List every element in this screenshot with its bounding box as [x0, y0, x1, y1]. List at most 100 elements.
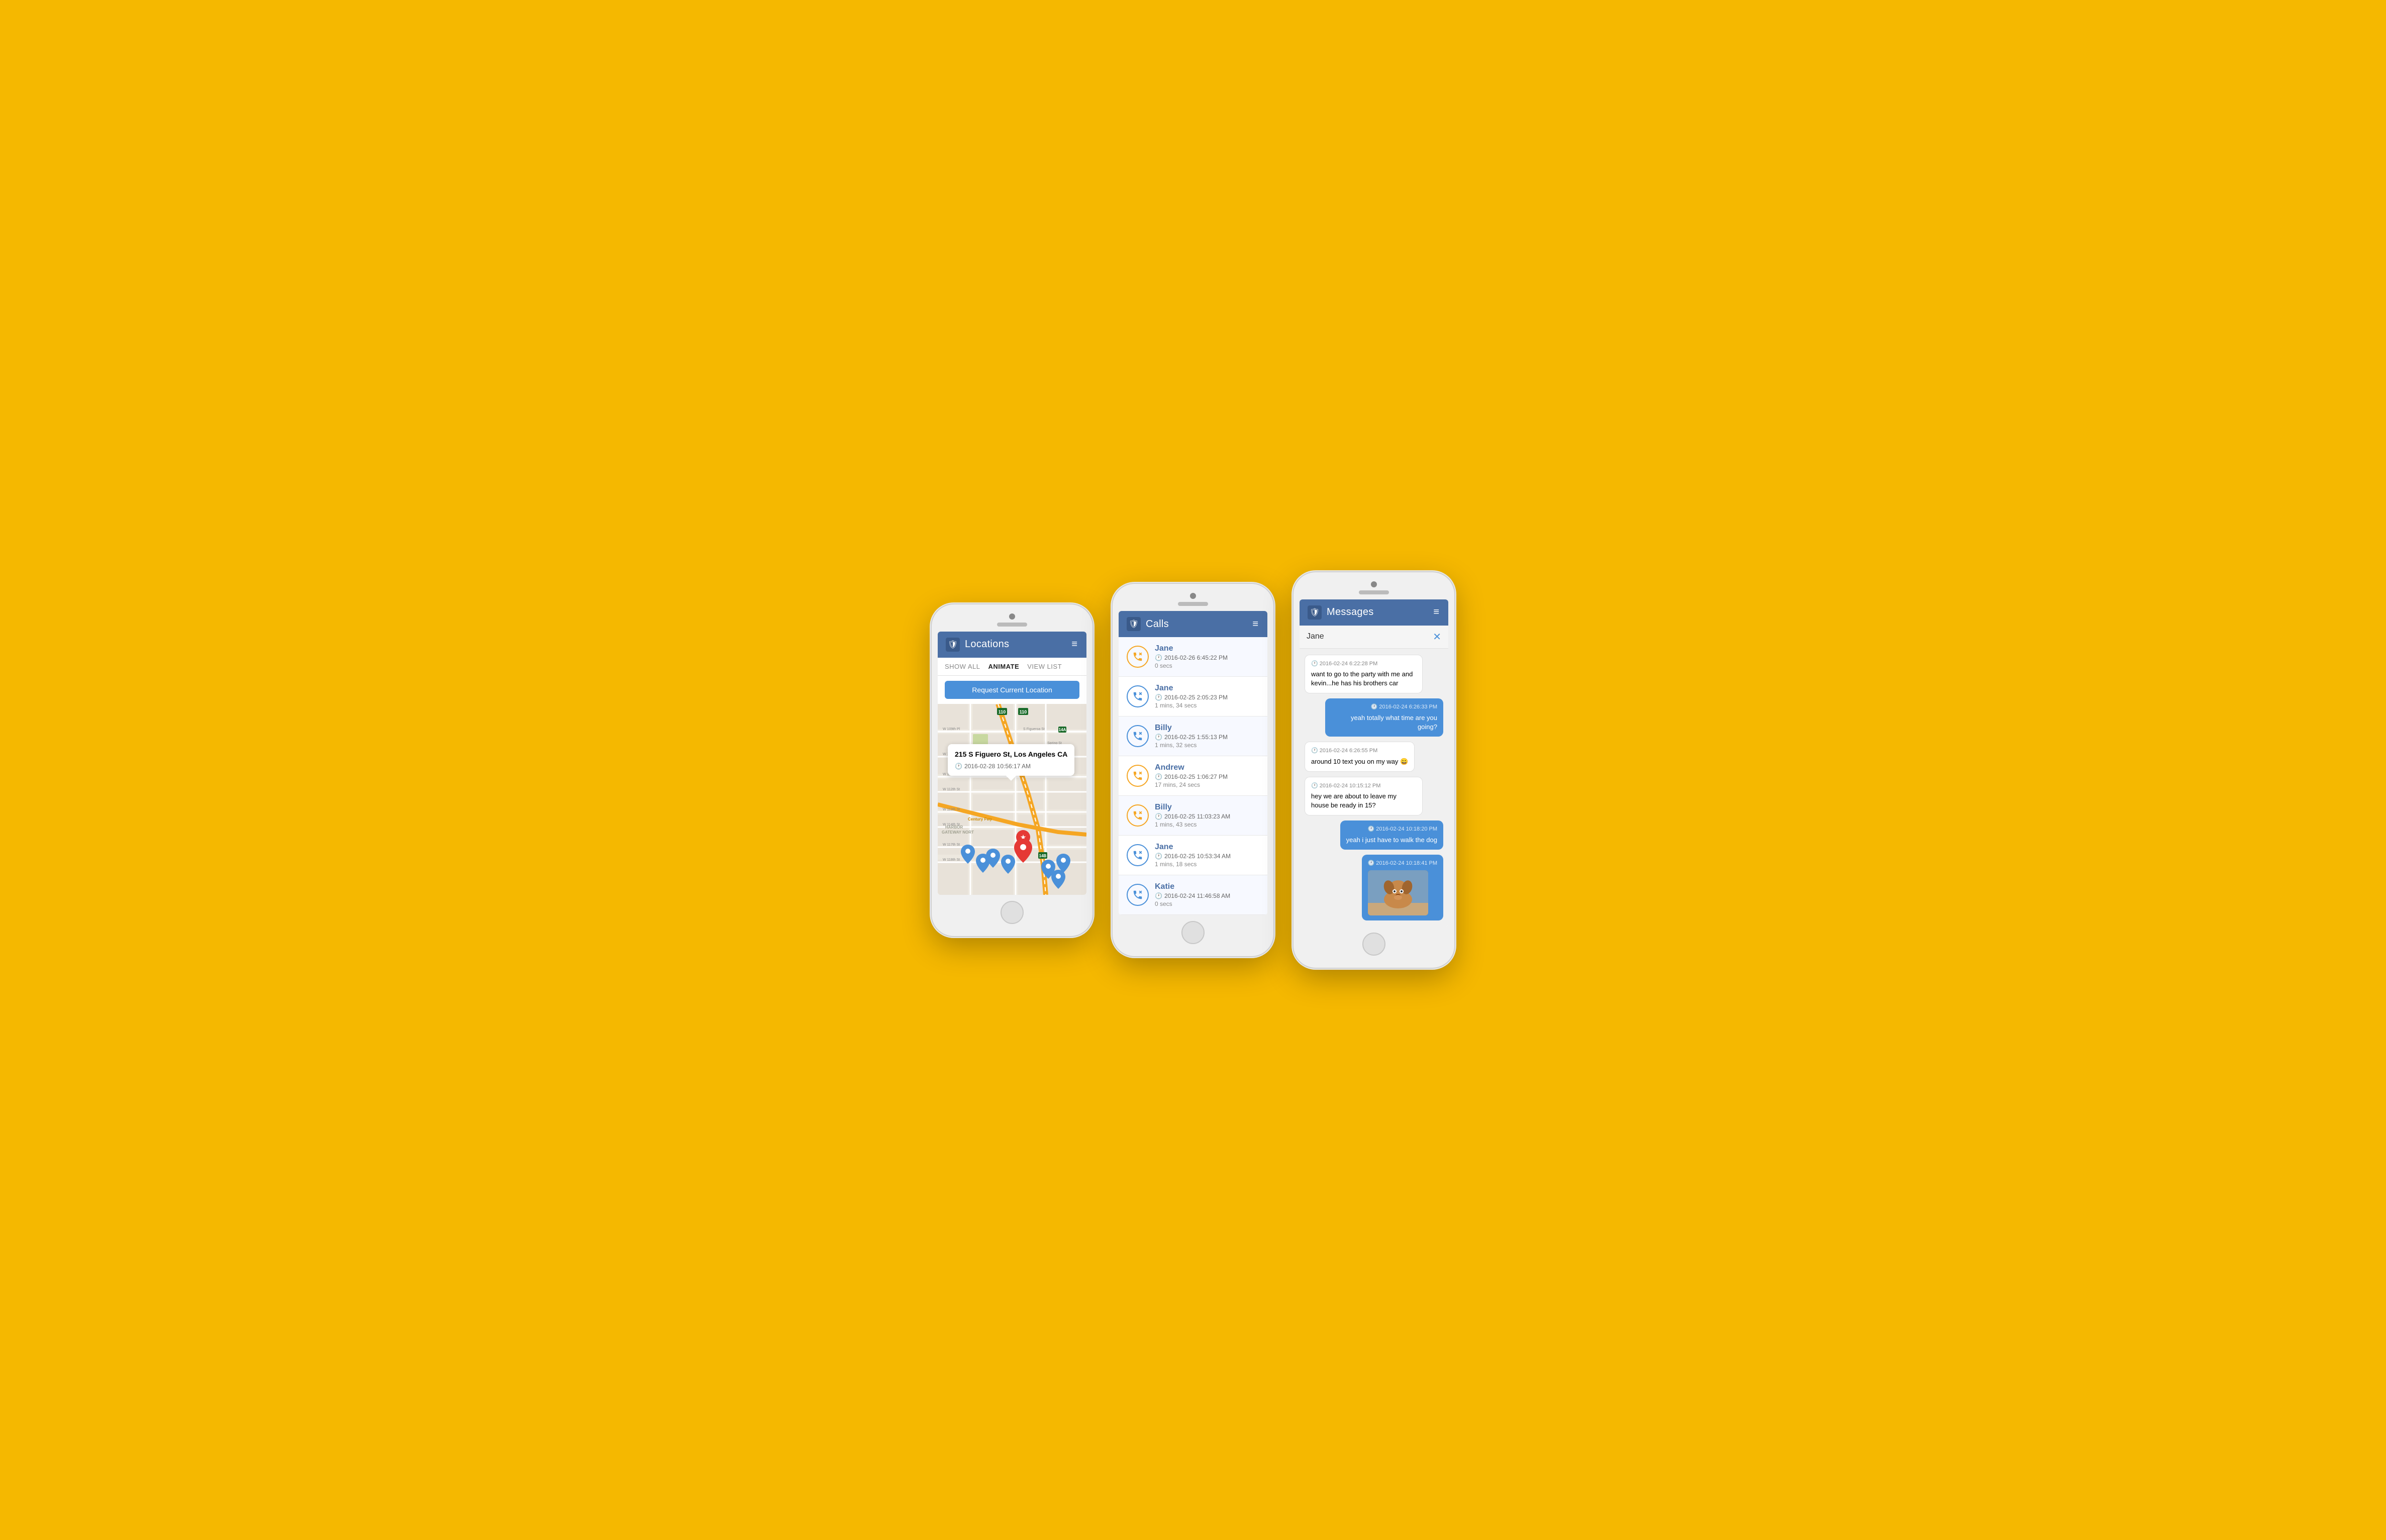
- call-icon-incoming-6: [1127, 884, 1149, 906]
- phone-top-2: [1119, 593, 1267, 606]
- clock-icon-2: 🕐: [1155, 734, 1162, 741]
- call-time-4: 🕐 2016-02-25 11:03:23 AM: [1155, 813, 1230, 820]
- close-button[interactable]: ✕: [1433, 631, 1441, 643]
- clock-icon-msg-2: 🕐: [1311, 747, 1318, 755]
- toolbar-view-list[interactable]: VIEW LIST: [1027, 663, 1062, 670]
- call-item[interactable]: Jane 🕐 2016-02-25 10:53:34 AM 1 mins, 18…: [1119, 836, 1267, 875]
- request-location-button[interactable]: Request Current Location: [945, 681, 1079, 699]
- hamburger-icon-calls[interactable]: ≡: [1252, 619, 1259, 630]
- svg-text:W 113th St: W 113th St: [943, 808, 960, 811]
- svg-text:Century Fwy: Century Fwy: [968, 817, 992, 822]
- toolbar-animate[interactable]: ANIMATE: [988, 663, 1019, 670]
- call-duration-6: 0 secs: [1155, 900, 1230, 907]
- call-info-1: Jane 🕐 2016-02-25 2:05:23 PM 1 mins, 34 …: [1155, 684, 1228, 709]
- phone-calls: 🛡 Calls ≡ Jane 🕐: [1113, 584, 1273, 956]
- phone-locations: 🛡 Locations ≡ SHOW ALL ANIMATE VIEW LIST…: [932, 604, 1092, 936]
- message-bubble-2: 🕐 2016-02-24 6:26:55 PM around 10 text y…: [1305, 742, 1415, 772]
- call-icon-incoming-5: [1127, 844, 1149, 866]
- speaker-3: [1359, 590, 1389, 594]
- message-bubble-1: 🕐 2016-02-24 6:26:33 PM yeah totally wha…: [1325, 698, 1443, 737]
- call-duration-0: 0 secs: [1155, 662, 1228, 669]
- call-info-6: Katie 🕐 2016-02-24 11:46:58 AM 0 secs: [1155, 882, 1230, 907]
- svg-text:GATEWAY NORT: GATEWAY NORT: [942, 830, 974, 835]
- clock-icon-1: 🕐: [1155, 694, 1162, 701]
- svg-text:14B: 14B: [1039, 854, 1047, 858]
- hamburger-icon-messages[interactable]: ≡: [1433, 606, 1440, 618]
- clock-icon-5: 🕐: [1155, 853, 1162, 860]
- message-time-4: 🕐 2016-02-24 10:18:20 PM: [1346, 826, 1437, 833]
- hamburger-icon-locations[interactable]: ≡: [1071, 639, 1078, 650]
- map-container[interactable]: W 109th Pl W 110th St W 111th St W 112th…: [938, 704, 1086, 895]
- svg-text:W 118th St: W 118th St: [943, 858, 960, 862]
- clock-icon-msg-3: 🕐: [1311, 782, 1318, 790]
- clock-icon-msg-4: 🕐: [1368, 826, 1375, 833]
- header-left-messages: 🛡 Messages: [1308, 605, 1374, 620]
- camera-dot-1: [1009, 613, 1015, 620]
- call-info-2: Billy 🕐 2016-02-25 1:55:13 PM 1 mins, 32…: [1155, 724, 1228, 749]
- call-icon-outgoing-3: [1127, 765, 1149, 787]
- message-time-0: 🕐 2016-02-24 6:22:28 PM: [1311, 660, 1416, 668]
- popup-address: 215 S Figuero St, Los Angeles CA: [955, 749, 1067, 760]
- phone-messages: 🛡 Messages ≡ Jane ✕ 🕐 2016-02-24 6:22:28…: [1294, 572, 1454, 968]
- home-button-3[interactable]: [1362, 933, 1385, 956]
- call-item[interactable]: Billy 🕐 2016-02-25 11:03:23 AM 1 mins, 4…: [1119, 796, 1267, 836]
- call-info-3: Andrew 🕐 2016-02-25 1:06:27 PM 17 mins, …: [1155, 763, 1228, 788]
- call-time-5: 🕐 2016-02-25 10:53:34 AM: [1155, 853, 1231, 860]
- header-left-locations: 🛡 Locations: [946, 638, 1009, 652]
- call-name-1: Jane: [1155, 684, 1228, 693]
- call-time-6: 🕐 2016-02-24 11:46:58 AM: [1155, 892, 1230, 899]
- call-duration-4: 1 mins, 43 secs: [1155, 821, 1230, 828]
- toolbar-show-all[interactable]: SHOW ALL: [945, 663, 980, 670]
- messages-title: Messages: [1327, 606, 1374, 618]
- call-item[interactable]: Jane 🕐 2016-02-25 2:05:23 PM 1 mins, 34 …: [1119, 677, 1267, 716]
- message-bubble-5: 🕐 2016-02-24 10:18:41 PM: [1362, 855, 1443, 920]
- app-logo-calls: 🛡: [1127, 617, 1141, 631]
- app-logo-messages: 🛡: [1308, 605, 1322, 620]
- call-duration-5: 1 mins, 18 secs: [1155, 861, 1231, 868]
- message-text-4: yeah i just have to walk the dog: [1346, 836, 1437, 844]
- messages-list: 🕐 2016-02-24 6:22:28 PM want to go to th…: [1300, 649, 1448, 927]
- call-name-2: Billy: [1155, 724, 1228, 733]
- call-item[interactable]: Jane 🕐 2016-02-26 6:45:22 PM 0 secs: [1119, 637, 1267, 677]
- call-info-0: Jane 🕐 2016-02-26 6:45:22 PM 0 secs: [1155, 644, 1228, 669]
- clock-icon-3: 🕐: [1155, 773, 1162, 780]
- message-text-3: hey we are about to leave my house be re…: [1311, 792, 1397, 809]
- phone-top-1: [938, 613, 1086, 627]
- message-time-1: 🕐 2016-02-24 6:26:33 PM: [1331, 703, 1437, 711]
- call-item[interactable]: Billy 🕐 2016-02-25 1:55:13 PM 1 mins, 32…: [1119, 716, 1267, 756]
- clock-icon-0: 🕐: [1155, 654, 1162, 661]
- call-icon-outgoing-4: [1127, 804, 1149, 827]
- call-item[interactable]: Andrew 🕐 2016-02-25 1:06:27 PM 17 mins, …: [1119, 756, 1267, 796]
- call-duration-2: 1 mins, 32 secs: [1155, 742, 1228, 749]
- home-button-1[interactable]: [1001, 901, 1024, 924]
- call-name-4: Billy: [1155, 803, 1230, 812]
- screen-locations: 🛡 Locations ≡ SHOW ALL ANIMATE VIEW LIST…: [938, 632, 1086, 895]
- calls-list: Jane 🕐 2016-02-26 6:45:22 PM 0 secs: [1119, 637, 1267, 915]
- call-duration-3: 17 mins, 24 secs: [1155, 781, 1228, 788]
- call-name-6: Katie: [1155, 882, 1230, 891]
- svg-text:110: 110: [1020, 709, 1027, 714]
- messages-contact-bar: Jane ✕: [1300, 626, 1448, 649]
- svg-text:HARBOR: HARBOR: [945, 825, 963, 830]
- clock-icon-popup: 🕐: [955, 762, 962, 771]
- svg-text:W 112th St: W 112th St: [943, 788, 960, 791]
- svg-text:S Figueroa St: S Figueroa St: [1023, 728, 1045, 731]
- message-text-0: want to go to the party with me and kevi…: [1311, 670, 1413, 687]
- call-icon-incoming-1: [1127, 685, 1149, 707]
- call-name-5: Jane: [1155, 843, 1231, 852]
- locations-toolbar: SHOW ALL ANIMATE VIEW LIST: [938, 658, 1086, 676]
- phones-container: 🛡 Locations ≡ SHOW ALL ANIMATE VIEW LIST…: [932, 572, 1454, 968]
- map-svg: W 109th Pl W 110th St W 111th St W 112th…: [938, 704, 1086, 895]
- clock-icon-4: 🕐: [1155, 813, 1162, 820]
- calls-title: Calls: [1146, 619, 1169, 630]
- screen-messages: 🛡 Messages ≡ Jane ✕ 🕐 2016-02-24 6:22:28…: [1300, 599, 1448, 927]
- call-item[interactable]: Katie 🕐 2016-02-24 11:46:58 AM 0 secs: [1119, 875, 1267, 915]
- home-button-2[interactable]: [1181, 921, 1205, 944]
- contact-name: Jane: [1307, 632, 1324, 641]
- camera-dot-2: [1190, 593, 1196, 599]
- call-time-2: 🕐 2016-02-25 1:55:13 PM: [1155, 734, 1228, 741]
- map-popup: 215 S Figuero St, Los Angeles CA 🕐 2016-…: [948, 744, 1074, 776]
- message-time-2: 🕐 2016-02-24 6:26:55 PM: [1311, 747, 1408, 755]
- svg-text:W 117th St: W 117th St: [943, 843, 960, 847]
- call-time-3: 🕐 2016-02-25 1:06:27 PM: [1155, 773, 1228, 780]
